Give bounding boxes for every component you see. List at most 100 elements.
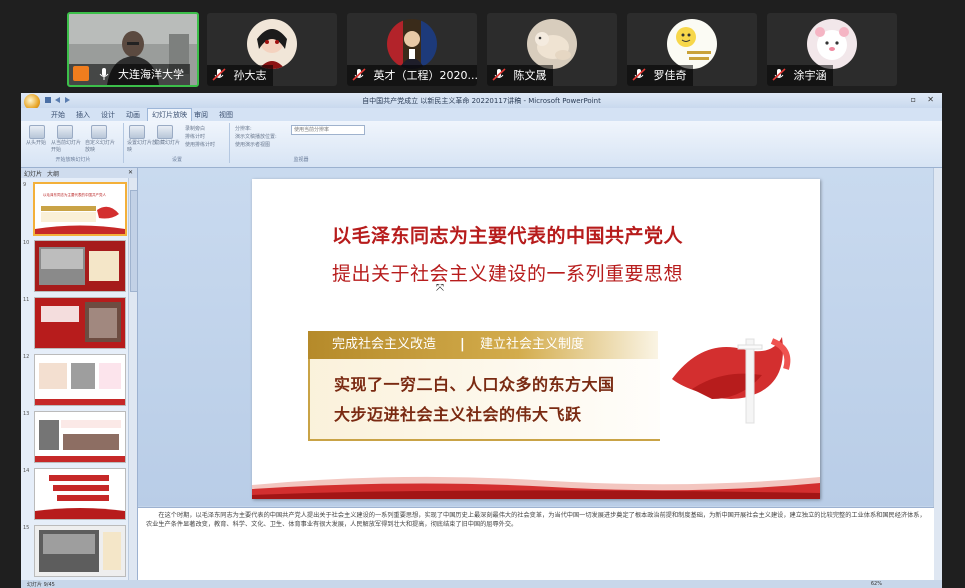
slide-thumbnail[interactable]: [34, 411, 126, 463]
banner-separator: |: [460, 337, 465, 352]
slide-title-line2: 提出关于社会主义建设的一系列重要思想: [332, 263, 684, 285]
bottom-red-wave: [252, 476, 820, 499]
participant-tile[interactable]: 英才（工程）2020...: [347, 13, 477, 86]
participant-tile[interactable]: 陈文晟: [487, 13, 617, 86]
speaker-notes-text: 在这个时期，以毛泽东同志为主要代表的中国共产党人提出关于社会主义建设的一系列重要…: [146, 512, 926, 528]
ribbon-group-start: 从头开始 从当前幻灯片开始 自定义幻灯片放映 开始放映幻灯片: [23, 123, 124, 163]
zoom-level[interactable]: 62%: [871, 581, 882, 587]
custom-show-icon[interactable]: [91, 125, 107, 139]
thumbnail-scrollbar[interactable]: [128, 178, 138, 588]
slide-number: 10: [23, 240, 30, 246]
slide-thumbnail[interactable]: [34, 525, 126, 577]
play-from-current-icon[interactable]: [57, 125, 73, 139]
notes-pane[interactable]: 在这个时期，以毛泽东同志为主要代表的中国共产党人提出关于社会主义建设的一系列重要…: [138, 507, 934, 581]
participant-strip: 大连海洋大学 孙大志 英才（工程）2020... 陈文晟 罗佳奇 涂宇涵: [0, 0, 965, 92]
slide-editing-area: 以毛泽东同志为主要代表的中国共产党人 提出关于社会主义建设的一系列重要思想 ⤧ …: [138, 168, 934, 506]
slide-thumbnail[interactable]: [34, 354, 126, 406]
close-icon[interactable]: ✕: [927, 95, 934, 104]
show-on-label: 演示文稿播放位置:: [235, 134, 277, 140]
tab-view[interactable]: 视图: [219, 110, 233, 120]
highlight-box: 实现了一穷二白、人口众多的东方大国 大步迈进社会主义社会的伟大飞跃: [308, 359, 660, 441]
ribbon-group-label: 监视器: [293, 157, 309, 163]
tab-outline[interactable]: 大纲: [47, 169, 59, 178]
slide-thumbnail[interactable]: [34, 240, 126, 292]
ribbon: 从头开始 从当前幻灯片开始 自定义幻灯片放映 开始放映幻灯片 设置幻灯片放映 隐…: [21, 121, 942, 168]
from-current-button[interactable]: 从当前幻灯片开始: [51, 139, 81, 153]
banner-tag-1: 完成社会主义改造: [332, 337, 437, 352]
play-from-start-icon[interactable]: [29, 125, 45, 139]
participant-name: 罗佳奇: [653, 69, 687, 82]
mic-muted-icon: [632, 68, 646, 81]
highlight-line-2: 大步迈进社会主义社会的伟大飞跃: [334, 405, 582, 424]
participant-tile-host[interactable]: 大连海洋大学: [67, 12, 199, 87]
resolution-dropdown[interactable]: 使用当前分辨率: [291, 125, 365, 135]
slide-number: 11: [23, 297, 30, 303]
presenter-view-checkbox[interactable]: 使用演示者视图: [235, 141, 270, 148]
slide-number: 9: [23, 182, 27, 188]
mic-on-icon: [99, 68, 108, 80]
setup-show-icon[interactable]: [129, 125, 145, 139]
slide-thumbnail[interactable]: [34, 297, 126, 349]
participant-tile[interactable]: 孙大志: [207, 13, 337, 86]
restore-icon[interactable]: ▫: [911, 95, 916, 104]
setup-show-button[interactable]: 设置幻灯片放映: [127, 139, 157, 153]
slide-thumbnail[interactable]: [34, 468, 126, 520]
window-titlebar: 自中国共产党成立 以新民主义革命 20220117讲稿 - Microsoft …: [21, 93, 942, 110]
hide-slide-icon[interactable]: [157, 125, 173, 139]
gold-banner: 完成社会主义改造 | 建立社会主义制度: [308, 331, 658, 359]
tab-animations[interactable]: 动画: [126, 110, 140, 120]
mic-muted-icon: [352, 68, 366, 81]
participant-name: 孙大志: [233, 69, 267, 82]
participant-name: 大连海洋大学: [118, 68, 184, 81]
pane-tabs: 幻灯片 大纲 ✕: [21, 168, 137, 178]
mouse-cursor-icon: ⤧: [436, 283, 444, 294]
highlight-line-1: 实现了一穷二白、人口众多的东方大国: [334, 375, 615, 394]
red-ribbon-huabiao-icon: [672, 337, 791, 424]
slide-number: 12: [23, 354, 30, 360]
window-title: 自中国共产党成立 以新民主义革命 20220117讲稿 - Microsoft …: [362, 97, 601, 105]
ribbon-group-label: 开始放映幻灯片: [55, 157, 91, 163]
ribbon-group-label: 设置: [171, 157, 182, 163]
custom-show-button[interactable]: 自定义幻灯片放映: [85, 139, 117, 153]
participant-tile[interactable]: 涂宇涵: [767, 13, 897, 86]
slide-number: 13: [23, 411, 30, 417]
participant-name-bar: 大连海洋大学: [69, 64, 190, 85]
hide-slide-button[interactable]: 隐藏幻灯片: [155, 139, 181, 146]
participant-avatar: [247, 19, 297, 69]
slide-counter: 幻灯片 9/45: [27, 582, 55, 588]
tab-slideshow[interactable]: 幻灯片放映: [147, 108, 192, 121]
participant-tile[interactable]: 罗佳奇: [627, 13, 757, 86]
tab-design[interactable]: 设计: [101, 110, 115, 120]
scrollbar-thumb[interactable]: [130, 190, 138, 292]
participant-name-bar: 陈文晟: [487, 65, 553, 86]
mic-muted-icon: [212, 68, 226, 81]
participant-avatar: [667, 19, 717, 69]
participant-name-bar: 涂宇涵: [767, 65, 833, 86]
from-start-button[interactable]: 从头开始: [26, 139, 46, 146]
tab-review[interactable]: 审阅: [194, 110, 208, 120]
svg-text:以毛泽东同志为主要代表的中国共产党人: 以毛泽东同志为主要代表的中国共产党人: [43, 192, 106, 197]
record-narration-option[interactable]: 录制旁白: [185, 125, 205, 132]
current-slide[interactable]: 以毛泽东同志为主要代表的中国共产党人 提出关于社会主义建设的一系列重要思想 ⤧ …: [252, 179, 820, 499]
status-bar: 幻灯片 9/45 62%: [21, 580, 942, 588]
host-icon: [73, 66, 89, 81]
participant-avatar: [387, 19, 437, 69]
participant-name: 陈文晟: [513, 69, 547, 82]
close-pane-icon[interactable]: ✕: [128, 169, 133, 176]
slide-number: 14: [23, 468, 30, 474]
slide-scrollbar[interactable]: [933, 168, 942, 588]
participant-name: 涂宇涵: [793, 69, 827, 82]
tab-slides[interactable]: 幻灯片: [24, 169, 42, 178]
tab-insert[interactable]: 插入: [76, 110, 90, 120]
participant-name-bar: 罗佳奇: [627, 65, 693, 86]
participant-name-bar: 英才（工程）2020...: [347, 65, 477, 86]
mic-muted-icon: [492, 68, 506, 81]
slide-thumbnails-pane: 幻灯片 大纲 ✕ 9 以毛泽东同志为主要代表的中国共产党人 10 11 12 1…: [21, 168, 138, 588]
rehearse-timings-option[interactable]: 排练计时: [185, 133, 205, 140]
banner-tag-2: 建立社会主义制度: [480, 337, 585, 352]
participant-avatar: [807, 19, 857, 69]
use-timings-checkbox[interactable]: 使用排练计时: [185, 141, 215, 148]
powerpoint-window: 自中国共产党成立 以新民主义革命 20220117讲稿 - Microsoft …: [21, 93, 942, 588]
slide-thumbnail-selected[interactable]: 以毛泽东同志为主要代表的中国共产党人: [33, 182, 127, 236]
tab-home[interactable]: 开始: [51, 110, 65, 120]
